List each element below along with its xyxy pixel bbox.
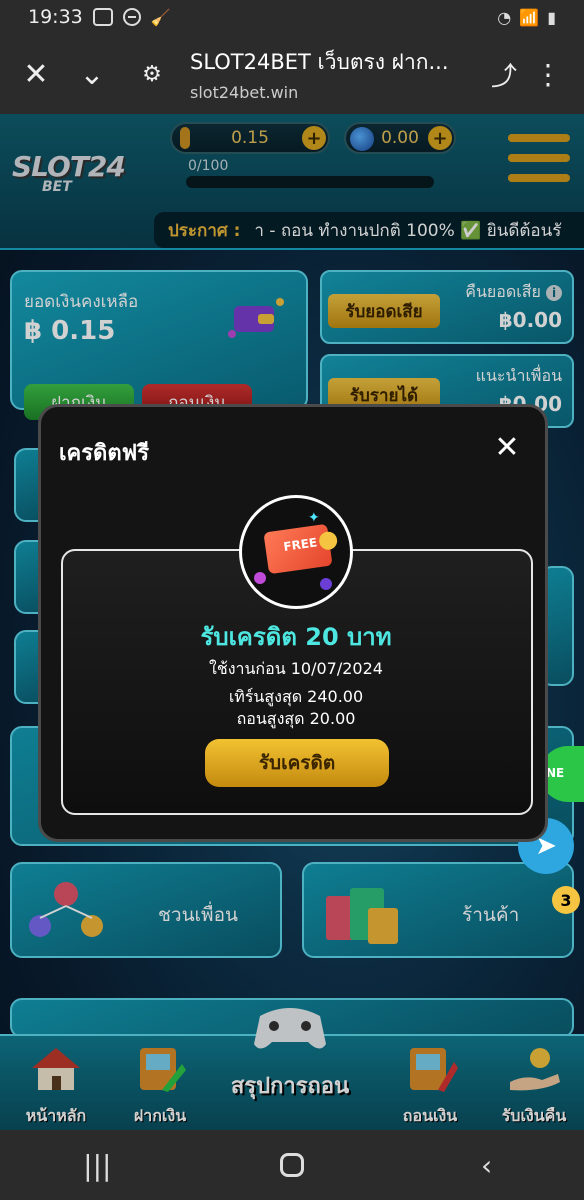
broom-icon: 🧹: [150, 7, 171, 27]
site-settings-icon[interactable]: ⚙: [130, 52, 174, 96]
browser-toolbar: ✕ ⌄ ⚙ SLOT24BET เว็บตรง ฝาก... slot24bet…: [0, 34, 584, 114]
youtube-icon: [92, 8, 113, 26]
free-credit-badge: FREE ✦: [239, 495, 353, 609]
claim-credit-button[interactable]: รับเครดิต: [205, 739, 389, 787]
status-icons: ◔ 📶 ▮: [497, 8, 556, 27]
credit-card-icon: FREE: [263, 523, 339, 575]
status-time: 19:33: [28, 6, 83, 28]
battery-icon: ▮: [547, 7, 556, 27]
sparkle-icon: ✦: [308, 510, 320, 526]
address-block[interactable]: SLOT24BET เว็บตรง ฝาก... slot24bet.win: [190, 46, 482, 102]
signal-icon: 📶: [519, 7, 540, 27]
back-icon[interactable]: ‹: [457, 1145, 517, 1185]
page-title: SLOT24BET เว็บตรง ฝาก...: [190, 50, 449, 74]
home-icon[interactable]: [262, 1145, 322, 1185]
page-url: slot24bet.win: [190, 83, 299, 102]
close-tab-icon[interactable]: ✕: [14, 52, 58, 96]
use-before-text: ใช้งานก่อน 10/07/2024: [209, 659, 383, 678]
close-icon[interactable]: ✕: [491, 430, 523, 465]
modal-title: เครดิตฟรี: [59, 441, 150, 466]
max-withdraw-text: ถอนสูงสุด 20.00: [236, 709, 356, 728]
line-chat-label: NE: [546, 766, 565, 780]
more-options-icon[interactable]: ⋮: [526, 52, 570, 96]
decor-dot-icon: [320, 578, 332, 590]
free-badge-text: FREE: [282, 535, 319, 554]
free-credit-modal: เครดิตฟรี ✕ FREE ✦ รับเครดิต 20 บาท ใช้ง…: [38, 404, 548, 842]
recent-apps-icon[interactable]: |||: [67, 1145, 127, 1185]
credit-amount-title: รับเครดิต 20 บาท: [200, 623, 392, 651]
android-navigation-bar: ||| ‹: [0, 1130, 584, 1200]
decor-dot-icon: [254, 572, 266, 584]
share-icon[interactable]: ⤴: [482, 52, 526, 96]
notification-badge[interactable]: 3: [552, 886, 580, 914]
wifi-icon: ◔: [497, 7, 512, 27]
chevron-down-icon[interactable]: ⌄: [70, 52, 114, 96]
status-bar: 19:33 🧹 ◔ 📶 ▮: [0, 0, 584, 34]
do-not-disturb-icon: [122, 8, 141, 26]
coin-icon: [317, 530, 339, 551]
